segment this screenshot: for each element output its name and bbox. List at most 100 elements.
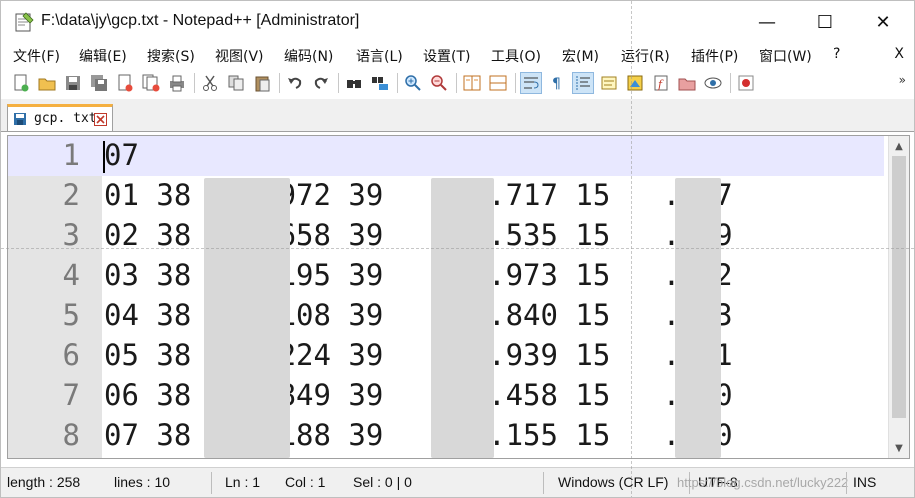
- status-separator: [211, 472, 212, 494]
- menu-window[interactable]: 窗口(W): [759, 46, 812, 66]
- menu-view[interactable]: 视图(V): [215, 46, 264, 66]
- status-separator: [846, 472, 847, 494]
- menu-bar: 文件(F) 编辑(E) 搜索(S) 视图(V) 编码(N) 语言(L) 设置(T…: [1, 43, 914, 67]
- menu-run[interactable]: 运行(R): [621, 46, 670, 66]
- toolbar-separator: [338, 73, 339, 93]
- status-column: Col : 1: [285, 474, 326, 490]
- replace-icon[interactable]: [369, 72, 391, 94]
- scrollbar-thumb[interactable]: [892, 156, 906, 418]
- line-text: 03 38 .195 39 83.973 15 .672: [104, 258, 733, 292]
- status-separator: [543, 472, 544, 494]
- line-text: 07 38 .188 39 70.155 15 .510: [104, 418, 733, 452]
- print-icon[interactable]: [166, 72, 188, 94]
- status-lines: lines : 10: [114, 474, 171, 490]
- line-text: 04 38 .108 39 94.840 15 .903: [104, 298, 733, 332]
- saved-state-icon: [13, 111, 27, 125]
- status-line-number: Ln : 1: [225, 474, 261, 490]
- text-cursor: [103, 141, 105, 173]
- redacted-region: [204, 178, 290, 458]
- scroll-up-arrow-icon[interactable]: ▲: [889, 138, 909, 154]
- menu-tools[interactable]: 工具(O): [491, 46, 541, 66]
- menu-settings[interactable]: 设置(T): [423, 46, 470, 66]
- redo-icon[interactable]: [310, 72, 332, 94]
- menu-help[interactable]: ?: [833, 46, 840, 62]
- redacted-region: [675, 178, 721, 458]
- menu-language[interactable]: 语言(L): [356, 46, 403, 66]
- save-all-icon[interactable]: [88, 72, 110, 94]
- line-number: 8: [62, 418, 80, 452]
- editor-line[interactable]: 1 07: [8, 136, 884, 176]
- menu-edit[interactable]: 编辑(E): [79, 46, 127, 66]
- find-icon[interactable]: [343, 72, 365, 94]
- menu-file[interactable]: 文件(F): [13, 46, 60, 66]
- line-number: 3: [62, 218, 80, 252]
- open-file-icon[interactable]: [36, 72, 58, 94]
- title-bar[interactable]: F:\data\jy\gcp.txt - Notepad++ [Administ…: [1, 1, 914, 43]
- status-eol[interactable]: Windows (CR LF): [558, 474, 668, 490]
- status-selection: Sel : 0 | 0: [353, 474, 412, 490]
- line-number: 4: [62, 258, 80, 292]
- monitoring-icon[interactable]: [702, 72, 724, 94]
- toolbar-separator: [194, 73, 195, 93]
- toolbar-separator: [456, 73, 457, 93]
- document-map-icon[interactable]: [624, 72, 646, 94]
- line-text: 01 38 .972 39 63.717 15 .427: [104, 178, 733, 212]
- text-editor[interactable]: 1 07 2 01 38 .972 39 63.717 15 .427 3 02…: [7, 135, 910, 459]
- status-length: length : 258: [7, 474, 81, 490]
- close-document-button[interactable]: X: [894, 46, 904, 62]
- window-title: F:\data\jy\gcp.txt - Notepad++ [Administ…: [41, 12, 360, 29]
- toolbar-overflow-icon[interactable]: »: [899, 73, 906, 87]
- toolbar: ¶ f »: [1, 67, 914, 100]
- maximize-button[interactable]: ☐: [796, 1, 854, 43]
- close-window-button[interactable]: ✕: [854, 1, 912, 43]
- toolbar-separator: [515, 73, 516, 93]
- line-text: 05 38 .224 39 77.939 15 .051: [104, 338, 733, 372]
- close-icon[interactable]: [114, 72, 136, 94]
- status-insert-mode[interactable]: INS: [853, 474, 876, 490]
- sync-horizontal-icon[interactable]: [487, 72, 509, 94]
- cut-icon[interactable]: [199, 72, 221, 94]
- sync-vertical-icon[interactable]: [461, 72, 483, 94]
- new-file-icon[interactable]: [10, 72, 32, 94]
- show-all-chars-icon[interactable]: ¶: [546, 72, 568, 94]
- zoom-out-icon[interactable]: [428, 72, 450, 94]
- toolbar-separator: [397, 73, 398, 93]
- scroll-down-arrow-icon[interactable]: ▼: [889, 440, 909, 456]
- line-number: 1: [62, 138, 80, 172]
- indent-guide-icon[interactable]: [572, 72, 594, 94]
- toolbar-separator: [730, 73, 731, 93]
- watermark-url: https://blog.csdn.net/lucky222: [677, 475, 849, 490]
- tab-strip: gcp. txt: [1, 99, 914, 132]
- word-wrap-icon[interactable]: [520, 72, 542, 94]
- redacted-region: [431, 178, 494, 458]
- undo-icon[interactable]: [284, 72, 306, 94]
- vertical-scrollbar[interactable]: ▲ ▼: [888, 136, 909, 458]
- tab-label: gcp. txt: [34, 111, 97, 126]
- close-tab-icon[interactable]: [94, 111, 107, 126]
- record-macro-icon[interactable]: [735, 72, 757, 94]
- close-all-icon[interactable]: [140, 72, 162, 94]
- copy-icon[interactable]: [225, 72, 247, 94]
- menu-encoding[interactable]: 编码(N): [284, 46, 333, 66]
- line-number: 7: [62, 378, 80, 412]
- menu-plugins[interactable]: 插件(P): [691, 46, 738, 66]
- line-text: 02 38 .658 39 52.535 15 .819: [104, 218, 733, 252]
- function-list-icon[interactable]: f: [650, 72, 672, 94]
- line-number: 6: [62, 338, 80, 372]
- user-language-icon[interactable]: [598, 72, 620, 94]
- svg-text:¶: ¶: [552, 76, 561, 92]
- line-number: 5: [62, 298, 80, 332]
- paste-icon[interactable]: [251, 72, 273, 94]
- toolbar-separator: [279, 73, 280, 93]
- save-icon[interactable]: [62, 72, 84, 94]
- line-number: 2: [62, 178, 80, 212]
- zoom-in-icon[interactable]: [402, 72, 424, 94]
- line-text: 07: [104, 138, 139, 172]
- status-bar: length : 258 lines : 10 Ln : 1 Col : 1 S…: [1, 467, 914, 497]
- menu-macro[interactable]: 宏(M): [562, 46, 599, 66]
- folder-workspace-icon[interactable]: [676, 72, 698, 94]
- menu-search[interactable]: 搜索(S): [147, 46, 195, 66]
- minimize-button[interactable]: —: [738, 1, 796, 43]
- tab-gcp-txt[interactable]: gcp. txt: [7, 104, 113, 131]
- notepad-app-icon[interactable]: [13, 11, 35, 33]
